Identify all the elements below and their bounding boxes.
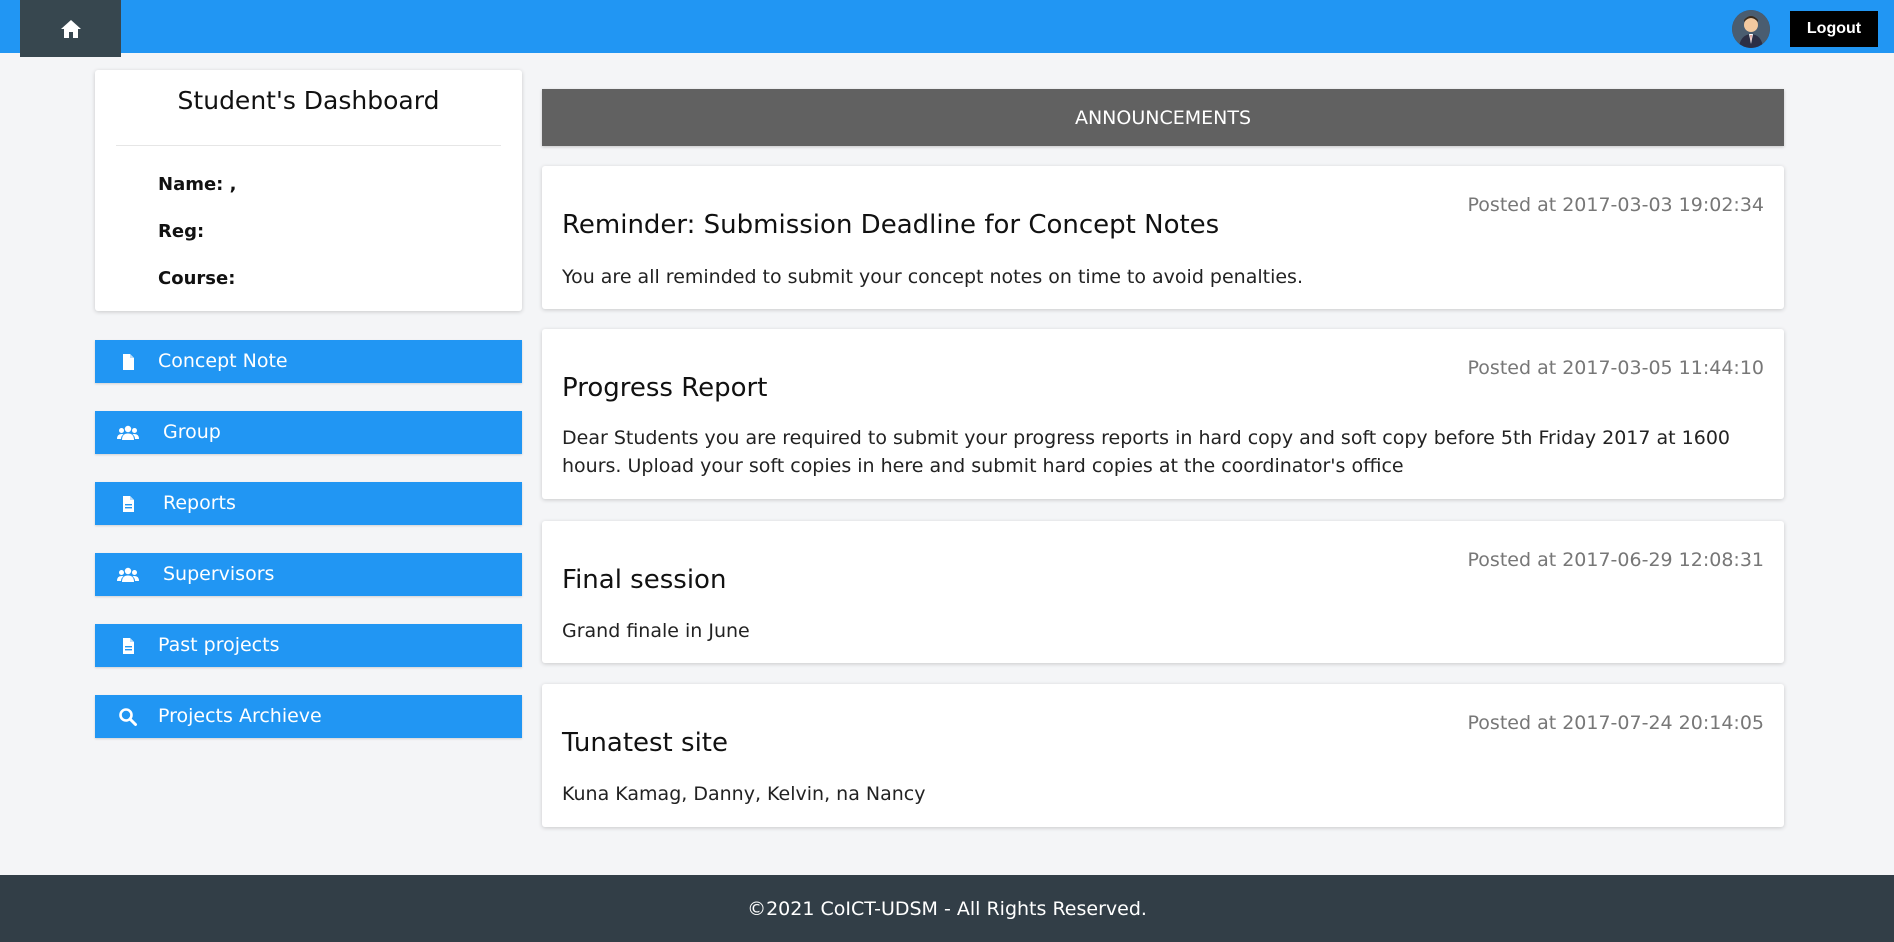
sidebar-item-past-projects[interactable]: Past projects [95,624,522,667]
announcement-body: Kuna Kamag, Danny, Kelvin, na Nancy [562,783,926,805]
home-icon [60,19,81,38]
sidebar-item-projects-archive[interactable]: Projects Archieve [95,695,522,738]
name-label: Name: , [158,174,237,195]
sidebar-item-label: Projects Archieve [158,705,322,727]
announcement-date: Posted at 2017-03-03 19:02:34 [1467,194,1764,216]
sidebar-item-label: Past projects [158,634,280,656]
footer: ©2021 CoICT-UDSM - All Rights Reserved. [0,875,1894,942]
file-icon [123,638,134,654]
profile-card: Student's Dashboard Name: , Reg: Course: [95,70,522,311]
copyright-text: ©2021 CoICT-UDSM - All Rights Reserved. [747,897,1147,920]
top-navbar: Logout [0,0,1894,57]
announcement-body: Dear Students you are required to submit… [562,427,1731,477]
announcement-title: Tunatest site [562,728,728,758]
announcements-header: ANNOUNCEMENTS [542,89,1784,146]
course-label: Course: [158,268,236,289]
users-icon [117,567,139,582]
announcement-card: Posted at 2017-03-03 19:02:34 Reminder: … [542,166,1784,309]
announcement-date: Posted at 2017-03-05 11:44:10 [1467,357,1764,379]
sidebar-item-label: Reports [163,492,236,514]
home-button[interactable] [20,0,121,57]
announcement-title: Progress Report [562,373,768,403]
search-icon [119,708,137,726]
sidebar-item-supervisors[interactable]: Supervisors [95,553,522,596]
announcement-card: Posted at 2017-06-29 12:08:31 Final sess… [542,521,1784,663]
sidebar-item-group[interactable]: Group [95,411,522,454]
announcement-body: You are all reminded to submit your conc… [562,266,1303,288]
announcement-card: Posted at 2017-07-24 20:14:05 Tunatest s… [542,684,1784,827]
dashboard-title: Student's Dashboard [177,86,440,115]
users-icon [117,425,139,440]
announcement-card: Posted at 2017-03-05 11:44:10 Progress R… [542,329,1784,499]
sidebar-item-label: Supervisors [163,563,275,585]
file-icon [123,354,134,370]
sidebar-item-reports[interactable]: Reports [95,482,522,525]
announcement-body: Grand finale in June [562,620,750,642]
announcement-date: Posted at 2017-07-24 20:14:05 [1467,712,1764,734]
avatar-icon [1732,10,1770,48]
announcement-title: Final session [562,565,727,595]
announcement-date: Posted at 2017-06-29 12:08:31 [1467,549,1764,571]
logout-button[interactable]: Logout [1790,11,1878,47]
file-icon [123,496,134,512]
user-avatar[interactable] [1732,10,1770,48]
reg-label: Reg: [158,221,205,242]
divider [116,145,501,146]
sidebar-item-label: Group [163,421,221,443]
sidebar-item-concept-note[interactable]: Concept Note [95,340,522,383]
sidebar-item-label: Concept Note [158,350,288,372]
announcement-title: Reminder: Submission Deadline for Concep… [562,210,1220,240]
